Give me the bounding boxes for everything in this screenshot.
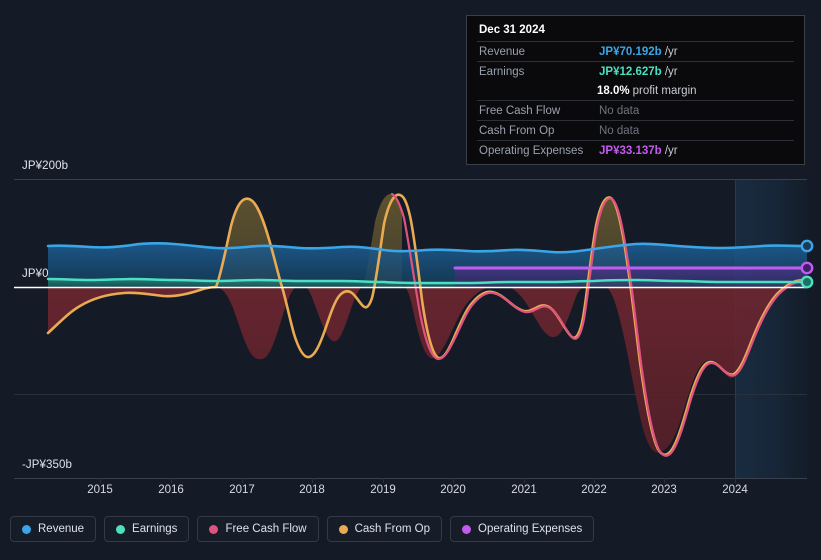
x-axis-label-2024: 2024 [722, 484, 748, 496]
y-axis-label-zero: JP¥0 [22, 268, 49, 280]
tooltip-row-amount: JP¥33.137b [599, 144, 662, 157]
tooltip-no-data: No data [599, 124, 640, 137]
x-axis-label-2016: 2016 [158, 484, 184, 496]
legend-color-dot-icon [116, 524, 126, 534]
x-axis-label-2015: 2015 [87, 484, 113, 496]
legend-color-dot-icon [22, 524, 31, 534]
legend-item-label: Operating Expenses [478, 523, 583, 535]
tooltip-row-unit: /yr [661, 65, 678, 78]
x-axis-label-2023: 2023 [651, 484, 677, 496]
legend-item-cash-from-op[interactable]: Cash From Op [326, 516, 443, 542]
tooltip-rows: Revenue JP¥70.192b /yr Earnings JP¥12.627b … [477, 41, 794, 160]
legend-item-free-cash-flow[interactable]: Free Cash Flow [197, 516, 319, 542]
tooltip-row-operating-expenses: Operating Expenses JP¥33.137b /yr [477, 140, 794, 160]
series-endpoints [800, 239, 814, 289]
x-axis-label-2017: 2017 [229, 484, 255, 496]
tooltip-row-earnings: Earnings JP¥12.627b /yr [477, 61, 794, 81]
legend-item-revenue[interactable]: Revenue [10, 516, 97, 542]
legend-color-dot-icon [338, 524, 348, 534]
financial-chart-page: JP¥200b JP¥0 -JP¥350b 2015 2016 2017 2018 20… [0, 0, 821, 560]
legend-item-earnings[interactable]: Earnings [104, 516, 190, 542]
x-axis: 2015 2016 2017 2018 2019 2020 2021 2022 2023 2024 [0, 484, 821, 504]
tooltip-date: Dec 31 2024 [479, 24, 545, 36]
x-axis-label-2018: 2018 [299, 484, 325, 496]
revenue-endpoint-dot [800, 239, 814, 253]
tooltip-row-label: Free Cash Flow [479, 104, 561, 117]
legend-item-operating-expenses[interactable]: Operating Expenses [450, 516, 595, 542]
x-axis-label-2020: 2020 [440, 484, 466, 496]
profit-margin-value: 18.0% [597, 84, 630, 97]
tooltip-profit-margin-row: 18.0% profit margin [477, 81, 794, 100]
y-axis-label-top: JP¥200b [22, 160, 69, 172]
earnings-endpoint-dot [800, 275, 814, 289]
profit-margin-label: profit margin [632, 84, 697, 97]
x-axis-label-2019: 2019 [370, 484, 396, 496]
x-axis-label-2021: 2021 [511, 484, 537, 496]
tooltip-row-unit: /yr [661, 45, 678, 58]
tooltip-row-value: JP¥70.192b /yr [599, 46, 678, 58]
tooltip-row-label: Earnings [479, 65, 525, 78]
legend-item-label: Free Cash Flow [225, 523, 307, 535]
chart-tooltip: Dec 31 2024 Revenue JP¥70.192b /yr Earning… [466, 15, 805, 165]
tooltip-row-label: Operating Expenses [479, 144, 584, 157]
x-axis-label-2022: 2022 [581, 484, 607, 496]
legend-item-label: Cash From Op [354, 523, 431, 535]
tooltip-row-cash-from-op: Cash From Op No data [477, 120, 794, 140]
tooltip-row-amount: JP¥12.627b [599, 65, 662, 78]
tooltip-row-label: Revenue [479, 45, 526, 58]
legend-item-label: Earnings [132, 523, 178, 535]
y-axis-label-bottom: -JP¥350b [22, 459, 73, 471]
legend-color-dot-icon [209, 524, 219, 534]
operating-expenses-endpoint-dot [800, 261, 814, 275]
tooltip-row-free-cash-flow: Free Cash Flow No data [477, 100, 794, 120]
tooltip-row-label: Cash From Op [479, 124, 555, 137]
tooltip-row-unit: /yr [661, 144, 678, 157]
tooltip-row-revenue: Revenue JP¥70.192b /yr [477, 41, 794, 61]
tooltip-row-value: JP¥33.137b /yr [599, 145, 678, 157]
tooltip-row-value: JP¥12.627b /yr [599, 66, 678, 78]
legend-color-dot-icon [462, 524, 472, 534]
tooltip-row-value: No data [599, 125, 639, 137]
tooltip-row-value: No data [599, 105, 639, 117]
tooltip-row-amount: JP¥70.192b [599, 45, 662, 58]
legend-item-label: Revenue [38, 523, 85, 535]
tooltip-no-data: No data [599, 104, 640, 117]
chart-legend[interactable]: Revenue Earnings Free Cash Flow Cash From O… [10, 516, 595, 542]
